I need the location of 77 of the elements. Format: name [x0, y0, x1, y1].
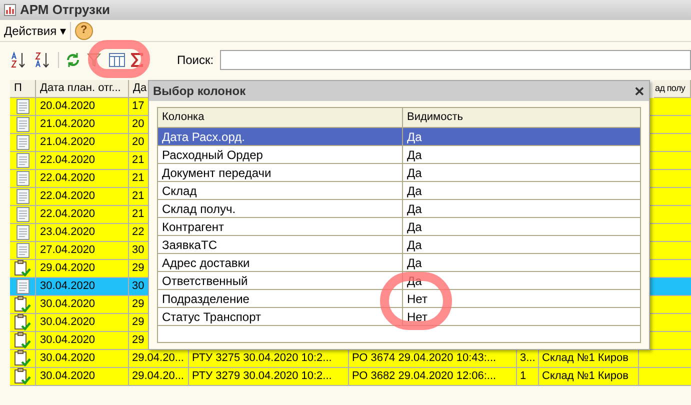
list-row[interactable]: Подразделение Нет	[158, 290, 640, 308]
column-name: Расходный Ордер	[158, 146, 403, 163]
table-cell: 22.04.2020	[36, 152, 129, 169]
table-cell: 30.04.2020	[36, 350, 129, 367]
table-cell: 22.04.2020	[36, 206, 129, 223]
clipboard-check-icon	[14, 332, 31, 349]
visibility-value: Нет	[406, 290, 428, 307]
list-row[interactable]: Статус Транспорт Нет	[158, 308, 640, 326]
visibility-value: Да	[406, 200, 423, 217]
table-cell: 30.04.2020	[36, 368, 129, 385]
table-cell: 21.04.2020	[36, 134, 129, 151]
visibility-value: Да	[406, 182, 423, 199]
column-name: ЗаявкаТС	[158, 236, 403, 253]
list-row[interactable]: Документ передачи Да	[158, 164, 640, 182]
clipboard-check-icon	[14, 350, 31, 367]
table-row[interactable]: 30.04.2020 29.04.20... РТУ 3279 30.04.2020 10:2... РО 3682 29.04.2020 12:06:... 1 Склад №1 Киров	[10, 368, 691, 386]
table-cell: Склад №1 Киров	[539, 368, 639, 385]
visibility-value: Да	[406, 254, 423, 271]
table-cell: 30.04.2020	[36, 278, 129, 295]
columns-icon[interactable]	[109, 53, 125, 67]
table-cell: РО 3682 29.04.2020 12:06:...	[349, 368, 517, 385]
window-title: АРМ Отгрузки	[20, 1, 110, 20]
visibility-value: Да	[406, 164, 423, 181]
table-cell: 22.04.2020	[36, 170, 129, 187]
list-row[interactable]: Расходный Ордер Да	[158, 146, 640, 164]
close-button[interactable]: ✕	[634, 84, 645, 98]
column-name: Склад	[158, 182, 403, 199]
list-row[interactable]: Адрес доставки Да	[158, 254, 640, 272]
table-cell: 1	[517, 368, 539, 385]
column-header[interactable]: Видимость	[403, 108, 640, 127]
list-row[interactable]: Ответственный Да	[158, 272, 640, 290]
visibility-value: Нет	[406, 308, 428, 325]
column-name: Адрес доставки	[158, 254, 403, 271]
visibility-value: Да	[406, 146, 423, 163]
column-name: Дата Расх.орд.	[158, 128, 403, 145]
column-header[interactable]: Дата план. отг...	[36, 80, 129, 98]
table-cell: 27.04.2020	[36, 242, 129, 259]
table-cell: 23.04.2020	[36, 224, 129, 241]
column-header[interactable]: Колонка	[158, 108, 403, 127]
help-button[interactable]: ?	[74, 22, 93, 40]
list-row[interactable]: ЗаявкаТС Да	[158, 236, 640, 254]
search-field[interactable]	[220, 50, 691, 70]
table-row[interactable]: 30.04.2020 29.04.20... РТУ 3275 30.04.2020 10:2... РО 3674 29.04.2020 10:43:... 3... Склад №1 Киров	[10, 350, 691, 368]
dialog-title: Выбор колонок	[153, 83, 246, 100]
list-row[interactable]: Контрагент Да	[158, 218, 640, 236]
clipboard-check-icon	[14, 368, 31, 385]
visibility-value: Да	[406, 236, 423, 253]
column-header[interactable]: ад полу	[654, 80, 691, 98]
list-row[interactable]: Склад Да	[158, 182, 640, 200]
table-cell: 21.04.2020	[36, 116, 129, 133]
table-cell: РТУ 3279 30.04.2020 10:2...	[189, 368, 349, 385]
visibility-value: Да	[406, 272, 423, 289]
list-row[interactable]: Дата Расх.орд. Да	[158, 128, 640, 146]
chart-icon	[4, 4, 16, 16]
column-name: Подразделение	[158, 290, 403, 307]
table-cell: 30.04.2020	[36, 314, 129, 331]
search-label: Поиск:	[177, 52, 214, 69]
list-row[interactable]: Склад получ. Да	[158, 200, 640, 218]
clipboard-check-icon	[14, 314, 31, 331]
clipboard-check-icon	[14, 296, 31, 313]
column-name: Склад получ.	[158, 200, 403, 217]
table-cell: 20.04.2020	[36, 98, 129, 115]
visibility-value: Да	[406, 218, 423, 235]
table-cell: 30.04.2020	[36, 296, 129, 313]
actions-menu[interactable]: Действия ▾	[4, 22, 71, 40]
table-cell: 30.04.2020	[36, 332, 129, 349]
table-cell: 29.04.2020	[36, 260, 129, 277]
clipboard-check-icon	[14, 260, 31, 277]
column-name: Документ передачи	[158, 164, 403, 181]
visibility-value: Да	[406, 128, 423, 145]
refresh-icon[interactable]	[65, 52, 81, 68]
column-header[interactable]: П	[10, 80, 36, 98]
table-cell: 22.04.2020	[36, 188, 129, 205]
column-name: Контрагент	[158, 218, 403, 235]
sort-descending-icon[interactable]	[34, 51, 52, 69]
sort-ascending-icon[interactable]	[10, 51, 28, 69]
table-cell: 29.04.20...	[129, 368, 189, 385]
